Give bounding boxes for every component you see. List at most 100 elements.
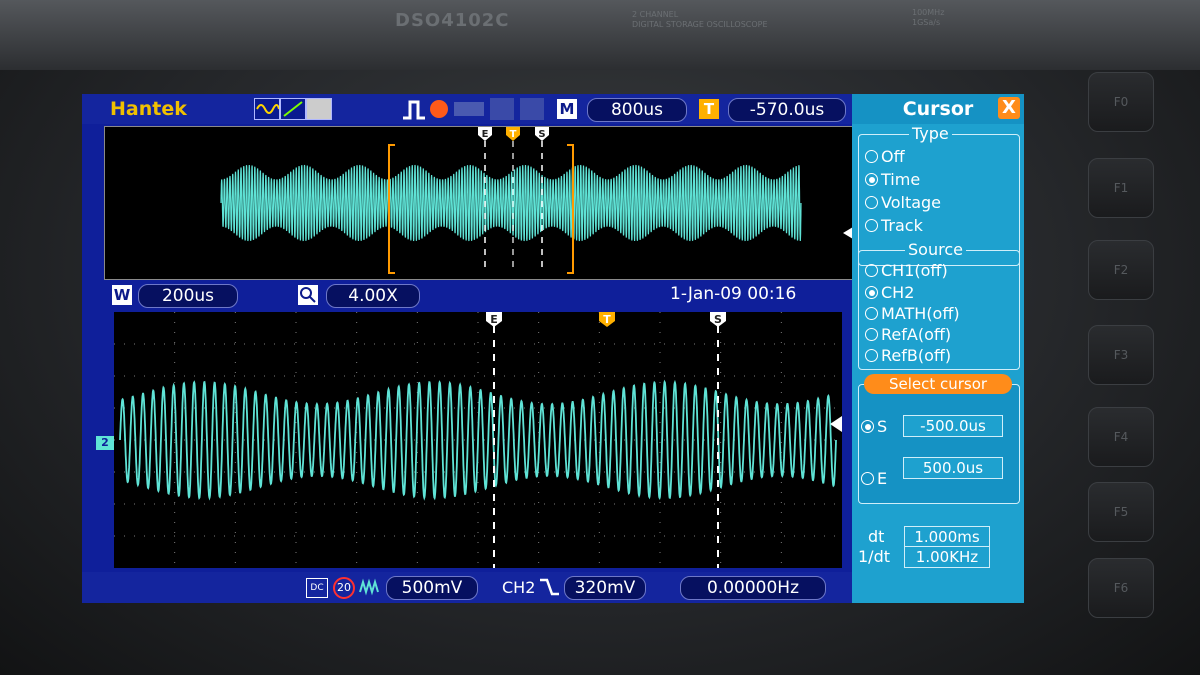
- type-option-label: Off: [881, 147, 905, 166]
- source-option-refb[interactable]: RefB(off): [865, 346, 951, 365]
- trigger-level[interactable]: 320mV: [564, 576, 646, 600]
- inv-dt-value: 1.00KHz: [904, 546, 990, 568]
- overview-waveform-path: [220, 164, 802, 242]
- top-status-bar: Hantek M 800us T -570.0us: [82, 94, 852, 124]
- radio-icon: [865, 328, 878, 341]
- select-cursor-group: S -500.0us E 500.0us: [858, 384, 1020, 504]
- spec-bandwidth: 100MHz: [912, 8, 945, 17]
- channel-waveform-icon: [359, 578, 379, 596]
- cursor-e-label: E: [877, 469, 888, 488]
- svg-text:T: T: [603, 313, 611, 326]
- fkey-f5[interactable]: F5: [1088, 482, 1154, 542]
- printer-icon: [520, 98, 544, 120]
- source-group: Source CH1(off) CH2 MATH(off) RefA(off) …: [858, 240, 1020, 370]
- dt-value: 1.000ms: [904, 526, 990, 548]
- description-line-1: 2 CHANNEL: [632, 10, 679, 19]
- usb-icon: [454, 102, 484, 116]
- fkey-f0[interactable]: F0: [1088, 72, 1154, 132]
- radio-icon: [865, 219, 878, 232]
- datetime: 1-Jan-09 00:16: [670, 284, 797, 304]
- overview-marker-T[interactable]: T: [506, 127, 520, 141]
- main-marker-T[interactable]: T: [599, 312, 615, 327]
- spec-samplerate: 1GSa/s: [912, 18, 941, 27]
- source-option-label: RefA(off): [881, 325, 952, 344]
- main-trace: ETS: [114, 312, 842, 568]
- overview-marker-E[interactable]: E: [478, 127, 492, 141]
- radio-selected-icon: [865, 173, 878, 186]
- coupling-dc: DC: [306, 578, 328, 598]
- cursor-s-option[interactable]: S: [861, 417, 887, 436]
- trigger-offset-display[interactable]: -570.0us: [728, 98, 846, 122]
- cursor-s-value[interactable]: -500.0us: [903, 415, 1003, 437]
- zoom-magnifier-icon: [298, 285, 318, 305]
- main-waveform-area[interactable]: ETS: [114, 312, 842, 568]
- source-option-label: RefB(off): [881, 346, 952, 365]
- source-option-label: CH1(off): [881, 261, 948, 280]
- type-option-time[interactable]: Time: [865, 170, 920, 189]
- type-option-label: Track: [881, 216, 923, 235]
- model-description: 2 CHANNEL DIGITAL STORAGE OSCILLOSCOPE: [632, 10, 768, 30]
- mode-tag: M: [557, 99, 577, 119]
- overview-waveform[interactable]: ETS: [104, 126, 854, 280]
- radio-icon: [865, 264, 878, 277]
- description-line-2: DIGITAL STORAGE OSCILLOSCOPE: [632, 20, 768, 29]
- record-indicator-icon: [430, 100, 448, 118]
- main-marker-E[interactable]: E: [486, 312, 502, 327]
- fkey-f6[interactable]: F6: [1088, 558, 1154, 618]
- scope-screen: Hantek M 800us T -570.0us E T S W 200us 4.…: [82, 94, 1024, 603]
- source-option-label: MATH(off): [881, 304, 960, 323]
- zoom-factor[interactable]: 4.00X: [326, 284, 420, 308]
- timebase-display[interactable]: 800us: [587, 98, 687, 122]
- window-timebase[interactable]: 200us: [138, 284, 238, 308]
- svg-text:S: S: [538, 129, 545, 140]
- type-option-label: Time: [881, 170, 921, 189]
- svg-text:E: E: [490, 313, 498, 326]
- radio-icon: [861, 472, 874, 485]
- ramp-icon: [280, 98, 306, 120]
- radio-icon: [865, 349, 878, 362]
- bandwidth-limit-icon: 20: [333, 577, 355, 599]
- select-cursor-title: Select cursor: [864, 374, 1012, 394]
- dt-label: dt: [868, 527, 885, 546]
- type-option-voltage[interactable]: Voltage: [865, 193, 941, 212]
- inv-dt-label: 1/dt: [858, 547, 890, 566]
- type-option-track[interactable]: Track: [865, 216, 923, 235]
- radio-selected-icon: [861, 420, 874, 433]
- source-option-label: CH2: [881, 283, 915, 302]
- disk-icon: [490, 98, 514, 120]
- cursor-e-value[interactable]: 500.0us: [903, 457, 1003, 479]
- trigger-level-marker: [830, 416, 842, 432]
- fkey-f3[interactable]: F3: [1088, 325, 1154, 385]
- overview-trace: ETS: [220, 127, 853, 274]
- trigger-edge-icon: [403, 100, 425, 120]
- cursor-s-label: S: [877, 417, 888, 436]
- fkey-f2[interactable]: F2: [1088, 240, 1154, 300]
- source-option-ch2[interactable]: CH2: [865, 283, 914, 302]
- radio-icon: [865, 150, 878, 163]
- radio-icon: [865, 196, 878, 209]
- trigger-tag: T: [699, 99, 719, 119]
- type-option-off[interactable]: Off: [865, 147, 905, 166]
- frequency-readout: 0.00000Hz: [680, 576, 826, 600]
- source-option-ch1[interactable]: CH1(off): [865, 261, 948, 280]
- fkey-f4[interactable]: F4: [1088, 407, 1154, 467]
- source-option-math[interactable]: MATH(off): [865, 304, 960, 323]
- waveform-ac-icon: [254, 98, 280, 120]
- brand-logo: Hantek: [110, 98, 187, 120]
- close-icon[interactable]: X: [998, 97, 1020, 119]
- channel-2-marker[interactable]: 2: [96, 436, 114, 450]
- window-tag: W: [112, 285, 132, 305]
- radio-icon: [865, 307, 878, 320]
- main-waveform-path: [119, 379, 837, 501]
- fkey-f1[interactable]: F1: [1088, 158, 1154, 218]
- main-marker-S[interactable]: S: [710, 312, 726, 327]
- cursor-e-option[interactable]: E: [861, 469, 887, 488]
- source-option-refa[interactable]: RefA(off): [865, 325, 951, 344]
- radio-selected-icon: [865, 286, 878, 299]
- cursor-menu-panel: Cursor X Type Off Time Voltage Track Sou…: [852, 94, 1024, 603]
- overview-marker-S[interactable]: S: [535, 127, 549, 141]
- model-name: DSO4102C: [395, 10, 510, 31]
- falling-edge-icon: [540, 578, 559, 596]
- volts-per-div[interactable]: 500mV: [386, 576, 478, 600]
- svg-text:E: E: [482, 129, 489, 140]
